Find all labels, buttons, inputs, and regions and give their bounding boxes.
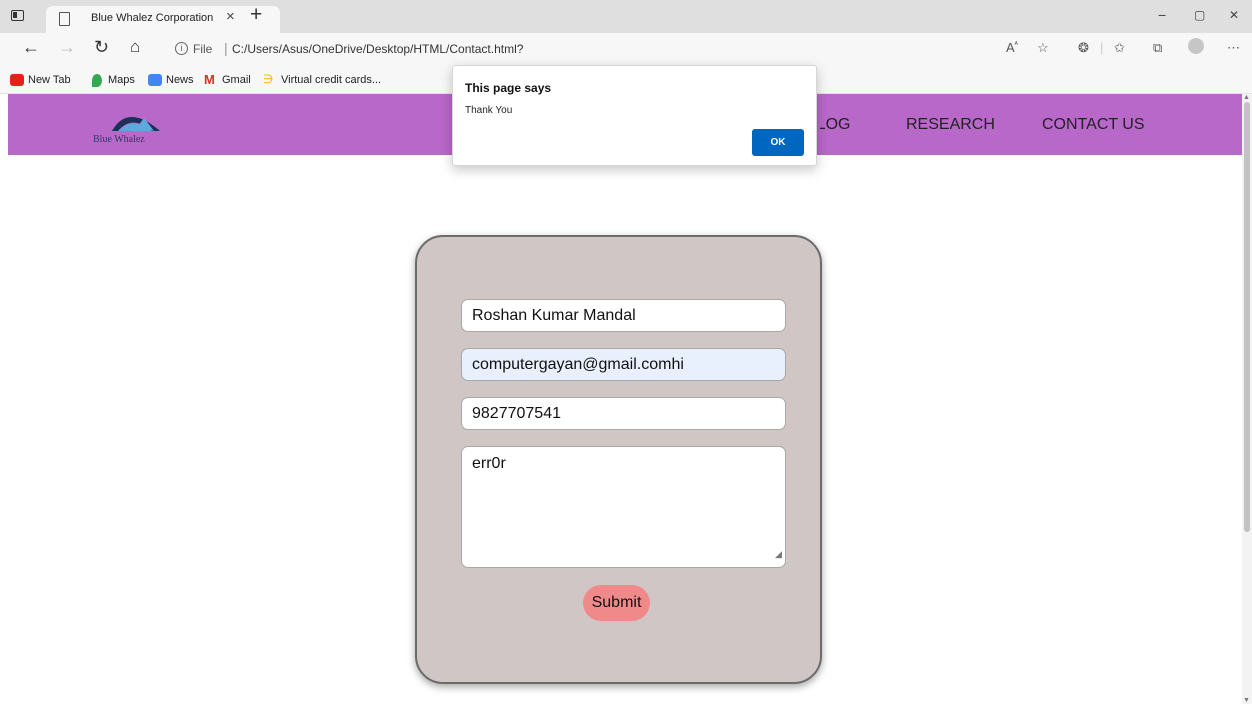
browser-tab[interactable]: Blue Whalez Corporation ×	[46, 6, 280, 33]
new-tab-button[interactable]: +	[250, 2, 262, 28]
tab-strip: Blue Whalez Corporation × + − ▢ ✕	[0, 0, 1252, 33]
back-icon[interactable]: ←	[22, 37, 40, 58]
more-icon[interactable]: ⋯	[1227, 40, 1240, 56]
address-url[interactable]: C:/Users/Asus/OneDrive/Desktop/HTML/Cont…	[232, 42, 523, 56]
scrollbar-thumb[interactable]	[1244, 102, 1250, 532]
news-icon	[148, 74, 162, 86]
favorites-icon[interactable]: ✩	[1114, 40, 1125, 56]
dialog-title: This page says	[465, 81, 552, 95]
bookmark-new-tab[interactable]: New Tab	[28, 74, 71, 86]
refresh-icon[interactable]: ↻	[94, 37, 109, 58]
tab-actions-icon[interactable]	[11, 10, 24, 21]
info-icon[interactable]: i	[175, 42, 188, 55]
address-prefix: File	[193, 42, 213, 56]
page-scrollbar[interactable]: ▲ ▼	[1242, 94, 1252, 704]
forward-icon[interactable]: →	[58, 37, 76, 58]
ok-button[interactable]: OK	[752, 129, 804, 156]
tab-title: Blue Whalez Corporation	[91, 12, 214, 24]
close-window-icon[interactable]: ✕	[1229, 8, 1239, 22]
logo-text: Blue Whalez	[93, 134, 145, 145]
phone-field[interactable]	[461, 397, 786, 430]
bookmark-gmail[interactable]: Gmail	[222, 74, 251, 86]
profile-icon[interactable]	[1188, 38, 1204, 54]
close-tab-icon[interactable]: ×	[226, 8, 235, 25]
web-page: Blue Whalez BLOG RESEARCH CONTACT US err…	[0, 94, 1242, 704]
message-field[interactable]: err0r	[461, 446, 786, 568]
bookmark-maps[interactable]: Maps	[108, 74, 135, 86]
maps-icon	[92, 74, 102, 87]
favorite-add-icon[interactable]: ☆	[1037, 40, 1049, 56]
submit-button[interactable]: Submit	[583, 585, 650, 621]
scroll-up-icon[interactable]: ▲	[1243, 94, 1250, 101]
youtube-icon	[10, 74, 24, 86]
nav-contact-link[interactable]: CONTACT US	[1042, 116, 1145, 134]
minimize-icon[interactable]: −	[1158, 7, 1166, 23]
dialog-message: Thank You	[465, 105, 513, 116]
toolbar-divider: |	[1100, 40, 1104, 55]
bookmark-news[interactable]: News	[166, 74, 194, 86]
address-bar[interactable]: i File | C:/Users/Asus/OneDrive/Desktop/…	[164, 37, 1226, 65]
address-row: ← → ↻ ⌂ i File | C:/Users/Asus/OneDrive/…	[0, 33, 1252, 69]
email-field[interactable]	[461, 348, 786, 381]
restore-icon[interactable]: ▢	[1194, 8, 1205, 22]
page-icon	[59, 12, 70, 26]
scroll-down-icon[interactable]: ▼	[1243, 697, 1250, 704]
name-field[interactable]	[461, 299, 786, 332]
resize-grip-icon[interactable]: ◢	[775, 549, 782, 560]
collections-icon[interactable]: ⧉	[1153, 40, 1162, 56]
home-icon[interactable]: ⌂	[130, 37, 140, 57]
contact-form: err0r ◢ Submit	[415, 235, 822, 684]
bookmark-virtual-cards[interactable]: Virtual credit cards...	[281, 74, 381, 86]
alert-dialog: This page says Thank You OK	[452, 65, 817, 166]
extensions-icon[interactable]: ❂	[1078, 40, 1089, 56]
gmail-icon: M	[204, 72, 215, 87]
read-aloud-icon[interactable]: Aᴬ	[1006, 40, 1018, 55]
card-icon: ∋	[263, 72, 274, 86]
nav-research-link[interactable]: RESEARCH	[906, 116, 995, 134]
address-separator: |	[224, 40, 228, 56]
